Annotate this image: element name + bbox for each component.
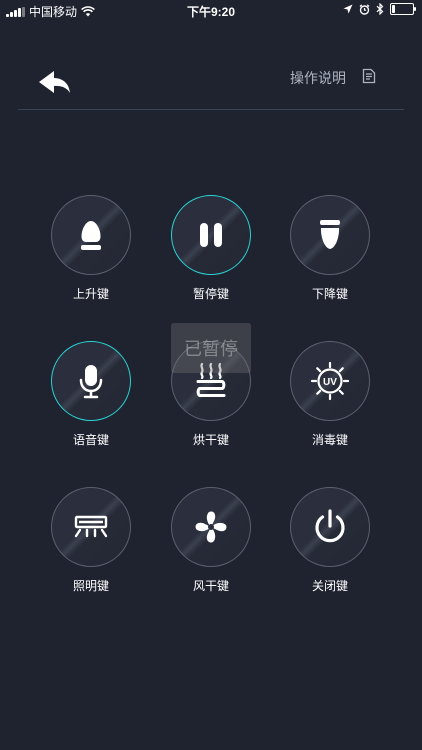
sterilize-button[interactable]: UV [290, 341, 370, 421]
back-button[interactable] [36, 68, 76, 98]
status-bar: 中国移动 下午9:20 [0, 0, 422, 20]
document-icon[interactable] [362, 68, 376, 84]
dry-label: 烘干键 [192, 433, 229, 447]
location-icon [343, 4, 353, 14]
fan-button[interactable] [171, 487, 251, 567]
voice-control: 语音键 [41, 341, 141, 448]
battery-level [392, 5, 395, 13]
light-icon [74, 515, 108, 538]
voice-label: 语音键 [72, 433, 109, 447]
lower-icon [320, 220, 340, 249]
light-label: 照明键 [72, 579, 109, 593]
fan-icon [195, 511, 227, 543]
manual-link[interactable]: 操作说明 [290, 68, 346, 88]
lower-control: 下降键 [280, 195, 380, 302]
power-label: 关闭键 [311, 579, 348, 593]
battery-icon [390, 3, 416, 15]
raise-label: 上升键 [72, 287, 109, 301]
paused-toast: 已暂停 [171, 323, 251, 373]
back-arrow-icon [39, 71, 70, 93]
raise-button[interactable] [51, 195, 131, 275]
sterilize-control: UV 消毒键 [280, 341, 380, 448]
voice-button[interactable] [51, 341, 131, 421]
power-button[interactable] [290, 487, 370, 567]
power-icon [315, 509, 345, 543]
svg-text:UV: UV [323, 377, 337, 388]
light-button[interactable] [51, 487, 131, 567]
lower-label: 下降键 [311, 287, 348, 301]
uv-sterilize-icon: UV [310, 361, 350, 401]
pause-button[interactable] [171, 195, 251, 275]
pause-control: 暂停键 [161, 195, 261, 302]
power-control: 关闭键 [280, 487, 380, 594]
lower-button[interactable] [290, 195, 370, 275]
alarm-icon [359, 3, 370, 15]
raise-control: 上升键 [41, 195, 141, 302]
status-right [343, 3, 416, 15]
pause-icon [200, 223, 222, 247]
header-divider [18, 109, 404, 110]
pause-label: 暂停键 [192, 287, 229, 301]
raise-icon [81, 221, 101, 250]
light-control: 照明键 [41, 487, 141, 594]
microphone-icon [79, 365, 103, 399]
fan-control: 风干键 [161, 487, 261, 594]
bluetooth-icon [376, 3, 384, 15]
fan-label: 风干键 [192, 579, 229, 593]
sterilize-label: 消毒键 [311, 433, 348, 447]
